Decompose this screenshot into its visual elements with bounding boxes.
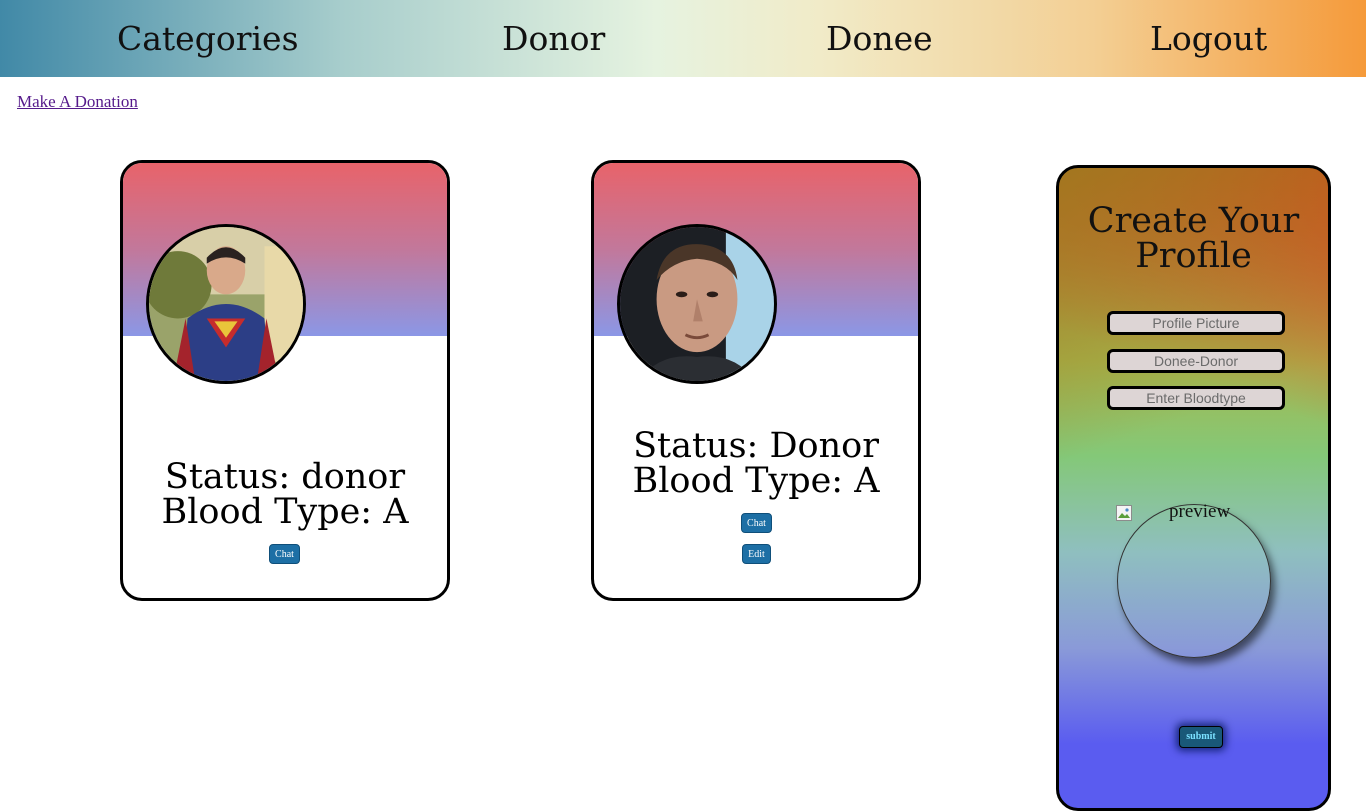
broken-image-icon xyxy=(1116,505,1132,521)
top-navbar: Categories Donor Donee Logout xyxy=(0,0,1366,77)
profile-title: Create Your Profile xyxy=(1059,204,1328,274)
preview-image-frame xyxy=(1117,504,1271,658)
make-donation-link[interactable]: Make A Donation xyxy=(17,91,138,113)
blood-type: Blood Type: A xyxy=(632,461,880,501)
donor-status: Status: Donor xyxy=(633,426,879,466)
preview-alt-text: preview xyxy=(1169,501,1231,522)
donor-status: Status: donor xyxy=(164,457,406,497)
bloodtype-input[interactable] xyxy=(1107,386,1285,410)
donor-card: Status: Donor Blood Type: A Chat Edit xyxy=(591,160,921,601)
chat-button[interactable]: Chat xyxy=(269,544,300,564)
avatar-image xyxy=(149,227,303,381)
nav-categories-link[interactable]: Categories xyxy=(117,18,299,60)
chat-button[interactable]: Chat xyxy=(741,513,772,533)
profile-title-line: Create Your xyxy=(1087,201,1300,241)
edit-button[interactable]: Edit xyxy=(742,544,771,564)
nav-logout-link[interactable]: Logout xyxy=(1150,18,1267,60)
profile-title-line: Profile xyxy=(1135,236,1252,276)
profile-picture-input[interactable] xyxy=(1107,311,1285,335)
create-profile-panel: Create Your Profile preview submit xyxy=(1056,165,1331,811)
submit-button[interactable]: submit xyxy=(1179,726,1223,748)
avatar xyxy=(617,224,777,384)
avatar-image xyxy=(620,227,774,381)
donee-donor-input[interactable] xyxy=(1107,349,1285,373)
avatar xyxy=(146,224,306,384)
nav-donor-link[interactable]: Donor xyxy=(502,18,605,60)
donor-card: Status: donor Blood Type: A Chat xyxy=(120,160,450,601)
nav-donee-link[interactable]: Donee xyxy=(826,18,933,60)
blood-type: Blood Type: A xyxy=(161,492,409,532)
